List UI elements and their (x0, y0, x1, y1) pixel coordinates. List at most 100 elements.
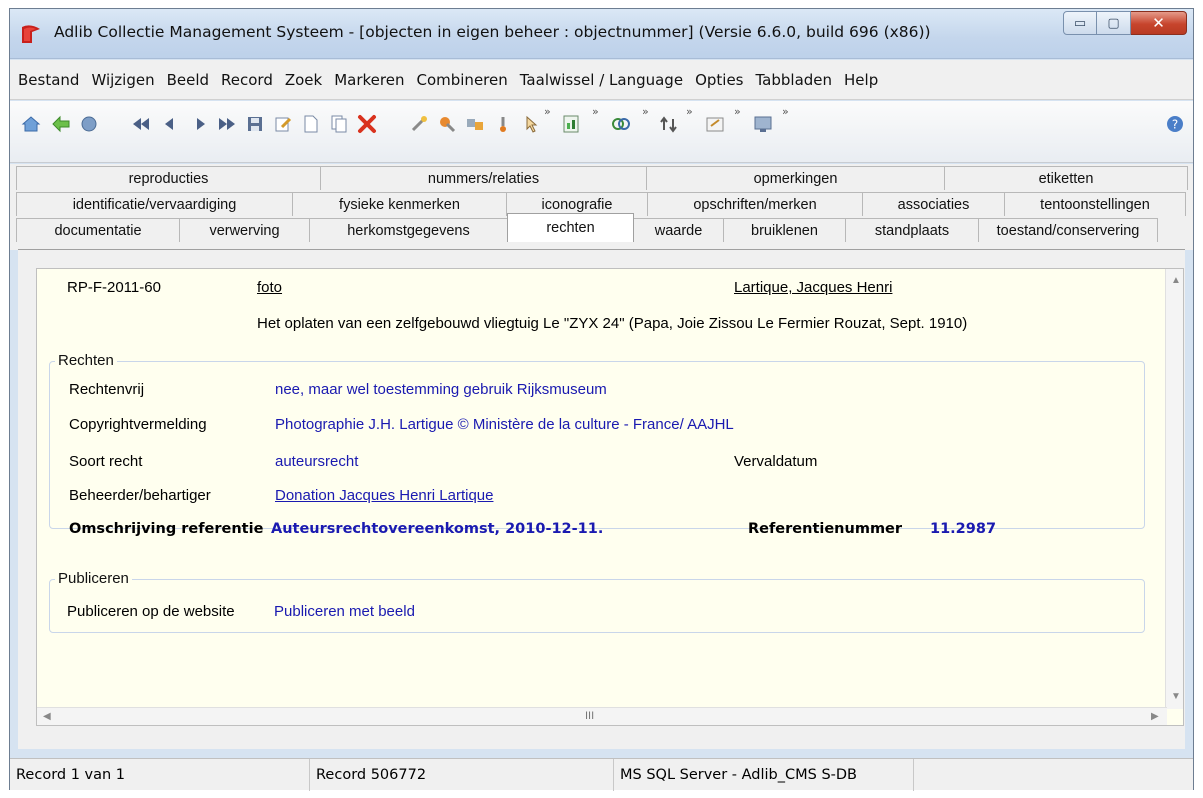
scroll-left-icon[interactable]: ◀ (43, 711, 51, 722)
combine-icon[interactable] (608, 111, 634, 137)
tab-bruiklenen[interactable]: bruiklenen (723, 218, 846, 242)
home-icon[interactable] (18, 111, 44, 137)
omschrijving-referentie-field[interactable]: Auteursrechtovereenkomst, 2010-12-11. (271, 521, 603, 537)
referentienummer-field[interactable]: 11.2987 (930, 521, 996, 537)
forward-icon[interactable] (76, 111, 102, 137)
next-record-icon[interactable] (188, 111, 214, 137)
delete-icon[interactable] (354, 111, 380, 137)
application-window: Adlib Collectie Management Systeem - [ob… (9, 8, 1194, 791)
scroll-thumb-grip[interactable]: III (585, 710, 594, 722)
horizontal-scrollbar[interactable]: ◀ III ▶ (37, 707, 1167, 725)
menu-bestand[interactable]: Bestand (12, 71, 85, 89)
status-database: MS SQL Server - Adlib_CMS S-DB (614, 759, 914, 791)
title-bar[interactable]: Adlib Collectie Management Systeem - [ob… (10, 9, 1193, 59)
menu-markeren[interactable]: Markeren (328, 71, 410, 89)
scroll-down-icon[interactable]: ▼ (1171, 691, 1181, 702)
svg-text:?: ? (1172, 118, 1178, 132)
bookmark-icon[interactable] (434, 111, 460, 137)
toolbar-chevron[interactable]: » (782, 105, 789, 118)
new-record-icon[interactable] (298, 111, 324, 137)
menu-beeld[interactable]: Beeld (161, 71, 215, 89)
creator-link[interactable]: Lartique, Jacques Henri (734, 279, 892, 296)
tab-strip: reproducties nummers/relaties opmerkinge… (10, 164, 1193, 250)
beheerder-label: Beheerder/behartiger (69, 487, 211, 504)
beheerder-link[interactable]: Donation Jacques Henri Lartique (275, 487, 493, 504)
link-icon[interactable] (490, 111, 516, 137)
scroll-right-icon[interactable]: ▶ (1151, 711, 1159, 722)
publiceren-group-label: Publiceren (55, 570, 132, 587)
tab-toestand-conservering[interactable]: toestand/conservering (978, 218, 1158, 242)
menu-zoek[interactable]: Zoek (279, 71, 328, 89)
object-number[interactable]: RP-F-2011-60 (67, 279, 161, 296)
sort-icon[interactable] (656, 111, 682, 137)
tab-opmerkingen[interactable]: opmerkingen (646, 166, 945, 190)
record-form: RP-F-2011-60 foto Lartique, Jacques Henr… (36, 268, 1184, 726)
toolbar-chevron[interactable]: » (642, 105, 649, 118)
object-title[interactable]: Het oplaten van een zelfgebouwd vliegtui… (257, 315, 967, 332)
tab-content-rechten: RP-F-2011-60 foto Lartique, Jacques Henr… (18, 249, 1185, 749)
scroll-up-icon[interactable]: ▲ (1171, 275, 1181, 286)
tab-verwerving[interactable]: verwerving (179, 218, 310, 242)
edit-icon[interactable] (270, 111, 296, 137)
menu-taalwissel[interactable]: Taalwissel / Language (514, 71, 689, 89)
toolbar-chevron[interactable]: » (544, 105, 551, 118)
help-icon[interactable]: ? (1162, 111, 1188, 137)
menu-bar: Bestand Wijzigen Beeld Record Zoek Marke… (10, 60, 1193, 100)
soort-recht-label: Soort recht (69, 453, 143, 470)
search-wand-icon[interactable] (406, 111, 432, 137)
publiceren-field[interactable]: Publiceren met beeld (274, 603, 415, 620)
minimize-button[interactable]: ▭ (1063, 11, 1097, 35)
copy-record-icon[interactable] (326, 111, 352, 137)
window-title: Adlib Collectie Management Systeem - [ob… (54, 23, 931, 41)
form-icon[interactable] (702, 111, 728, 137)
pointer-icon[interactable] (518, 111, 544, 137)
tab-documentatie[interactable]: documentatie (16, 218, 180, 242)
menu-record[interactable]: Record (215, 71, 279, 89)
tab-herkomstgegevens[interactable]: herkomstgegevens (309, 218, 508, 242)
tab-associaties[interactable]: associaties (862, 192, 1005, 216)
menu-combineren[interactable]: Combineren (410, 71, 513, 89)
referentienummer-label: Referentienummer (748, 521, 903, 537)
back-icon[interactable] (48, 111, 74, 137)
toolbar-chevron[interactable]: » (592, 105, 599, 118)
rechtenvrij-field[interactable]: nee, maar wel toestemming gebruik Rijksm… (275, 381, 607, 398)
tab-fysieke-kenmerken[interactable]: fysieke kenmerken (292, 192, 507, 216)
menu-wijzigen[interactable]: Wijzigen (85, 71, 160, 89)
vervaldatum-label: Vervaldatum (734, 453, 818, 470)
adlib-logo-icon (22, 25, 40, 43)
rechtenvrij-label: Rechtenvrij (69, 381, 145, 398)
copyright-field[interactable]: Photographie J.H. Lartigue © Ministère d… (275, 416, 734, 433)
soort-recht-field[interactable]: auteursrecht (275, 453, 358, 470)
last-record-icon[interactable] (214, 111, 240, 137)
save-icon[interactable] (242, 111, 268, 137)
tab-identificatie-vervaardiging[interactable]: identificatie/vervaardiging (16, 192, 293, 216)
previous-record-icon[interactable] (156, 111, 182, 137)
tab-nummers-relaties[interactable]: nummers/relaties (320, 166, 647, 190)
menu-tabbladen[interactable]: Tabbladen (749, 71, 838, 89)
tab-opschriften-merken[interactable]: opschriften/merken (647, 192, 863, 216)
tab-etiketten[interactable]: etiketten (944, 166, 1188, 190)
publiceren-label: Publiceren op de website (67, 603, 235, 620)
vertical-scrollbar[interactable]: ▲ ▼ (1165, 269, 1183, 709)
status-bar: Record 1 van 1 Record 506772 MS SQL Serv… (10, 758, 1193, 791)
tab-tentoonstellingen[interactable]: tentoonstellingen (1004, 192, 1186, 216)
object-name-link[interactable]: foto (257, 279, 282, 296)
status-record-id: Record 506772 (310, 759, 614, 791)
toolbar-chevron[interactable]: » (686, 105, 693, 118)
omschrijving-referentie-label: Omschrijving referentie (69, 521, 264, 537)
menu-help[interactable]: Help (838, 71, 884, 89)
tab-rechten[interactable]: rechten (507, 213, 634, 242)
menu-opties[interactable]: Opties (689, 71, 749, 89)
display-icon[interactable] (750, 111, 776, 137)
tab-standplaats[interactable]: standplaats (845, 218, 979, 242)
toolbar-chevron[interactable]: » (734, 105, 741, 118)
report-icon[interactable] (558, 111, 584, 137)
tab-row-1: reproducties nummers/relaties opmerkinge… (16, 166, 1188, 190)
index-icon[interactable] (462, 111, 488, 137)
close-button[interactable]: ✕ (1131, 11, 1187, 35)
tab-waarde[interactable]: waarde (633, 218, 724, 242)
maximize-button[interactable]: ▢ (1097, 11, 1131, 35)
tab-reproducties[interactable]: reproducties (16, 166, 321, 190)
first-record-icon[interactable] (128, 111, 154, 137)
toolbar: » » » » » » ? (10, 101, 1193, 163)
